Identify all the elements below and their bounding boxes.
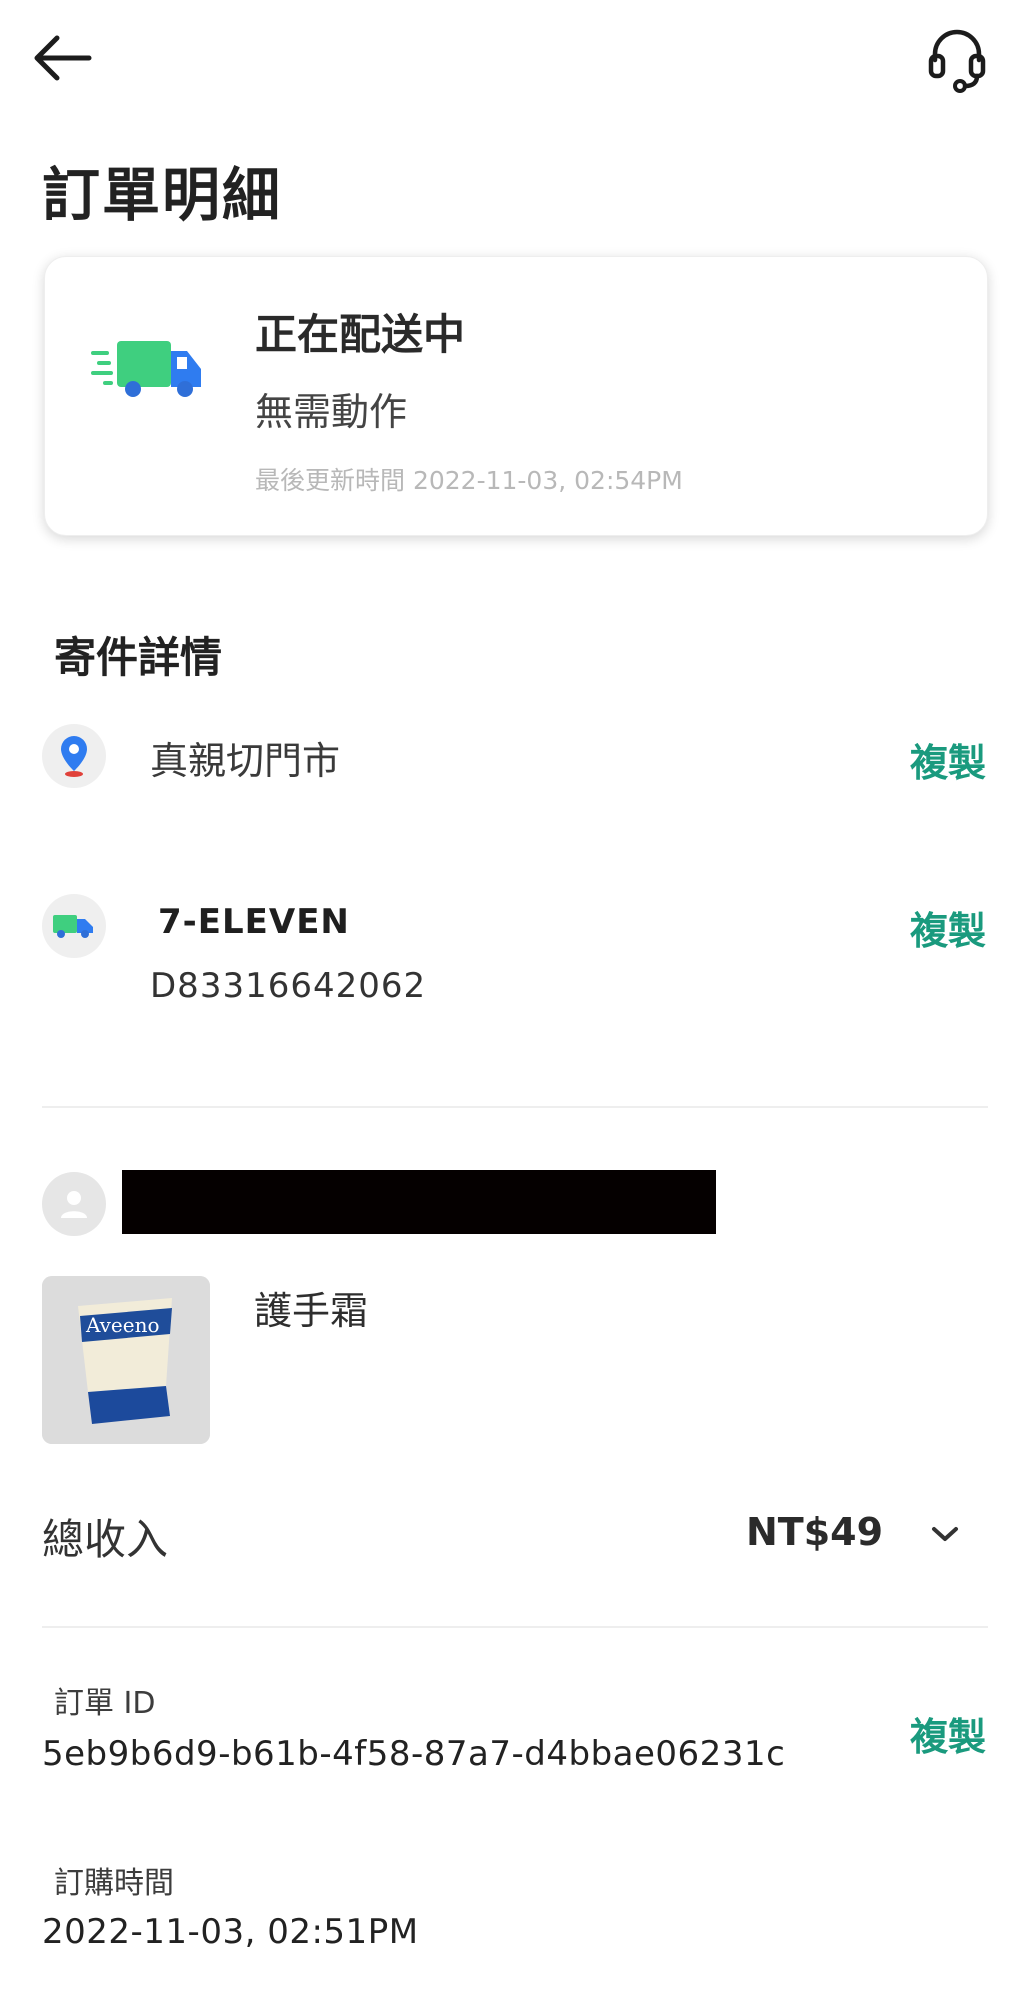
order-id-value: 5eb9b6d9-b61b-4f58-87a7-d4bbae06231c [42, 1734, 786, 1774]
order-time-value: 2022-11-03, 02:51PM [42, 1912, 419, 1952]
status-subtitle: 無需動作 [255, 390, 408, 434]
tracking-number: D83316642062 [150, 966, 427, 1006]
headset-icon [928, 29, 986, 93]
back-button[interactable] [26, 26, 98, 90]
carrier-name: 7-ELEVEN [158, 902, 350, 942]
product-name: 護手霜 [254, 1289, 369, 1333]
page-title: 訂單明細 [42, 161, 283, 229]
shipping-section-title: 寄件詳情 [54, 633, 223, 682]
location-pin-icon [42, 724, 106, 788]
total-income-label: 總收入 [42, 1515, 169, 1564]
redacted-buyer-name [122, 1170, 716, 1234]
order-time-label: 訂購時間 [54, 1866, 174, 1901]
status-title: 正在配送中 [255, 310, 466, 359]
pickup-store-name: 真親切門市 [150, 739, 341, 783]
expand-total-button[interactable] [920, 1510, 970, 1558]
order-id-label: 訂單 ID [54, 1686, 156, 1721]
divider [42, 1106, 988, 1108]
copy-order-id-button[interactable]: 複製 [910, 1706, 986, 1761]
copy-store-button[interactable]: 複製 [910, 732, 986, 787]
delivery-truck-icon [89, 329, 209, 409]
user-avatar-icon [42, 1172, 106, 1236]
divider [42, 1626, 988, 1628]
truck-icon [42, 894, 106, 958]
delivery-status-card: 正在配送中 無需動作 最後更新時間 2022-11-03, 02:54PM [44, 256, 988, 536]
product-image: Aveeno [42, 1276, 210, 1444]
copy-tracking-button[interactable]: 複製 [910, 900, 986, 955]
svg-text:Aveeno: Aveeno [85, 1313, 160, 1337]
total-income-amount: NT$49 [746, 1510, 884, 1554]
support-button[interactable] [920, 22, 994, 96]
last-updated-time: 最後更新時間 2022-11-03, 02:54PM [255, 466, 683, 495]
arrow-left-icon [34, 35, 92, 81]
chevron-down-icon [932, 1527, 958, 1541]
